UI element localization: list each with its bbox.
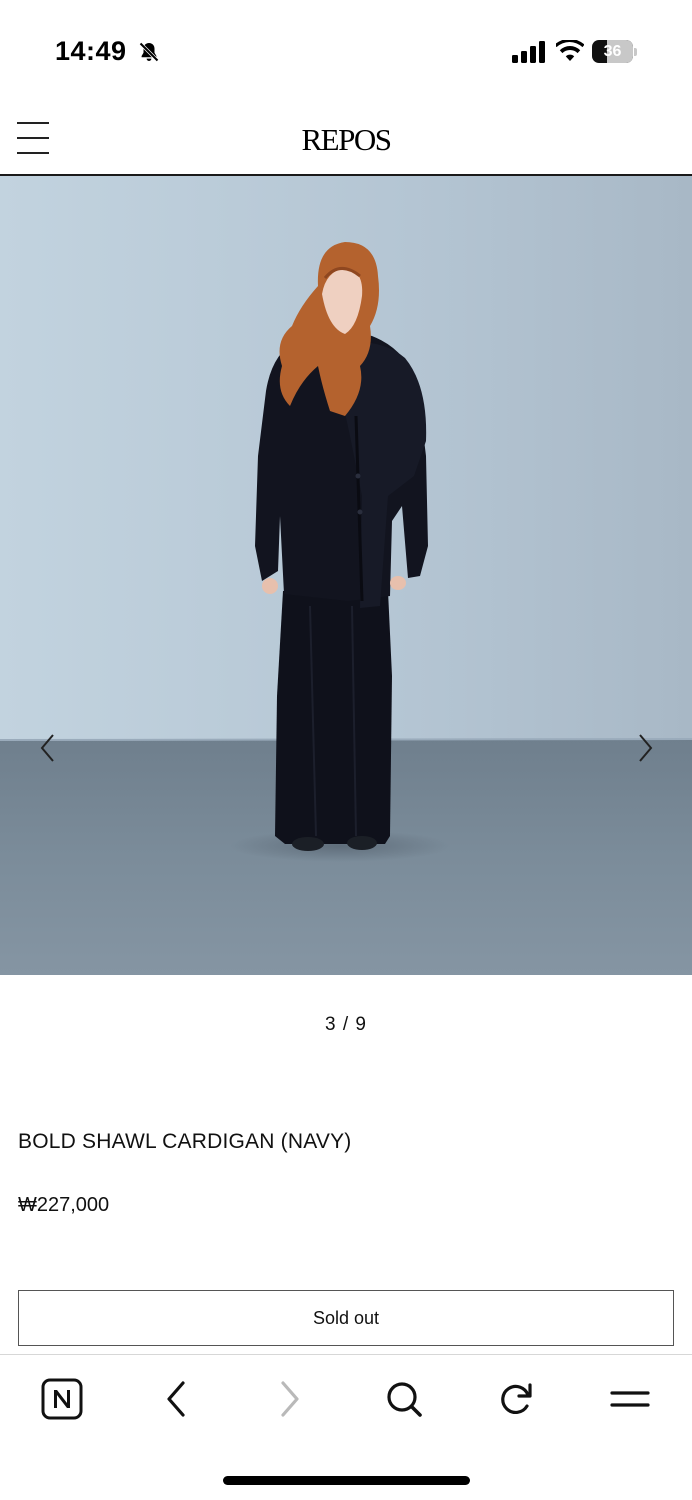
battery-icon: 36 bbox=[592, 40, 638, 63]
naver-home-icon[interactable] bbox=[40, 1377, 84, 1421]
product-price: ₩227,000 bbox=[18, 1194, 110, 1216]
wifi-icon bbox=[556, 40, 584, 61]
product-title: BOLD SHAWL CARDIGAN (NAVY) bbox=[18, 1130, 352, 1153]
status-bar: 14:49 36 bbox=[0, 0, 692, 100]
sold-out-button[interactable]: Sold out bbox=[18, 1290, 674, 1346]
bell-slash-icon bbox=[139, 42, 159, 62]
product-photo bbox=[0, 176, 692, 975]
menu-icon[interactable] bbox=[608, 1377, 652, 1421]
site-header: REPOS bbox=[0, 100, 692, 176]
signal-icon bbox=[512, 41, 545, 63]
battery-level: 36 bbox=[603, 43, 622, 60]
chevron-left-icon[interactable] bbox=[33, 731, 63, 765]
forward-icon[interactable] bbox=[268, 1377, 312, 1421]
home-indicator bbox=[223, 1476, 470, 1485]
back-icon[interactable] bbox=[154, 1377, 198, 1421]
carousel-page-indicator: 3 / 9 bbox=[325, 1014, 367, 1035]
reload-icon[interactable] bbox=[494, 1377, 538, 1421]
product-image-carousel[interactable] bbox=[0, 176, 692, 975]
search-icon[interactable] bbox=[382, 1377, 426, 1421]
status-time: 14:49 bbox=[55, 36, 127, 66]
chevron-right-icon[interactable] bbox=[630, 731, 660, 765]
brand-logo[interactable]: REPOS bbox=[0, 122, 692, 158]
